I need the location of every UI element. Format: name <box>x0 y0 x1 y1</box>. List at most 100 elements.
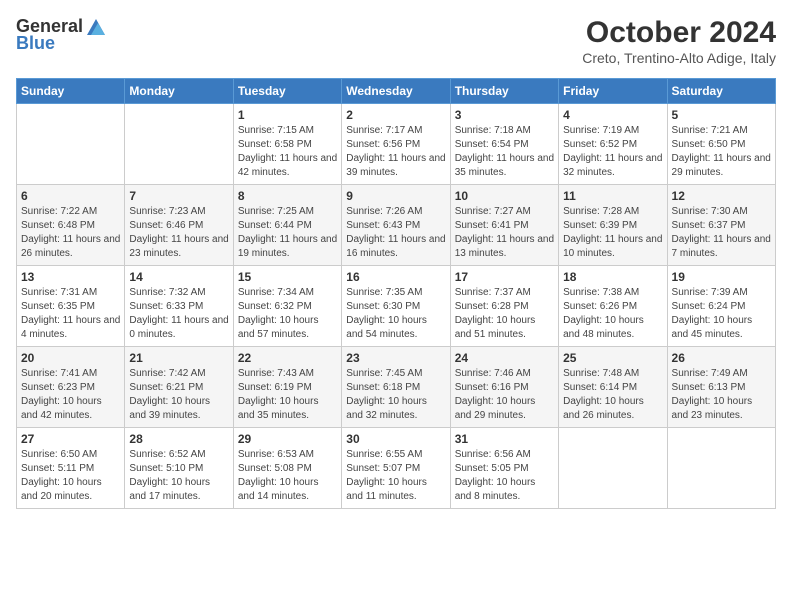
day-number: 10 <box>455 189 554 203</box>
day-info: Sunrise: 7:34 AM Sunset: 6:32 PM Dayligh… <box>238 286 337 342</box>
calendar-cell: 5 Sunrise: 7:21 AM Sunset: 6:50 PM Daylig… <box>667 104 775 185</box>
day-info: Sunrise: 7:18 AM Sunset: 6:54 PM Dayligh… <box>455 124 554 180</box>
calendar-cell: 1 Sunrise: 7:15 AM Sunset: 6:58 PM Daylig… <box>233 104 341 185</box>
calendar-cell <box>17 104 125 185</box>
day-number: 3 <box>455 108 554 122</box>
day-info: Sunrise: 7:45 AM Sunset: 6:18 PM Dayligh… <box>346 367 445 423</box>
day-number: 2 <box>346 108 445 122</box>
day-info: Sunrise: 7:42 AM Sunset: 6:21 PM Dayligh… <box>129 367 228 423</box>
day-info: Sunrise: 7:26 AM Sunset: 6:43 PM Dayligh… <box>346 205 445 261</box>
day-number: 23 <box>346 351 445 365</box>
day-number: 24 <box>455 351 554 365</box>
calendar-cell: 24Sunrise: 7:46 AM Sunset: 6:16 PM Dayli… <box>450 347 558 428</box>
calendar-cell: 16 Sunrise: 7:35 AM Sunset: 6:30 PM Dayli… <box>342 266 450 347</box>
calendar-cell: 27Sunrise: 6:50 AM Sunset: 5:11 PM Dayli… <box>17 428 125 509</box>
calendar-cell: 22Sunrise: 7:43 AM Sunset: 6:19 PM Dayli… <box>233 347 341 428</box>
day-of-week-header: Monday <box>125 79 233 104</box>
day-of-week-header: Saturday <box>667 79 775 104</box>
calendar-week-row: 1 Sunrise: 7:15 AM Sunset: 6:58 PM Daylig… <box>17 104 776 185</box>
calendar-cell: 25Sunrise: 7:48 AM Sunset: 6:14 PM Dayli… <box>559 347 667 428</box>
calendar-table: SundayMondayTuesdayWednesdayThursdayFrid… <box>16 78 776 509</box>
day-number: 18 <box>563 270 662 284</box>
calendar-cell: 20 Sunrise: 7:41 AM Sunset: 6:23 PM Dayli… <box>17 347 125 428</box>
day-info: Sunrise: 7:15 AM Sunset: 6:58 PM Dayligh… <box>238 124 337 180</box>
day-of-week-header: Wednesday <box>342 79 450 104</box>
day-of-week-header: Thursday <box>450 79 558 104</box>
day-info: Sunrise: 7:21 AM Sunset: 6:50 PM Dayligh… <box>672 124 771 180</box>
day-number: 30 <box>346 432 445 446</box>
day-info: Sunrise: 7:32 AM Sunset: 6:33 PM Dayligh… <box>129 286 228 342</box>
logo-icon <box>87 19 105 35</box>
calendar-cell: 31 Sunrise: 6:56 AM Sunset: 5:05 PM Dayli… <box>450 428 558 509</box>
month-title: October 2024 <box>582 16 776 50</box>
calendar-cell: 21 Sunrise: 7:42 AM Sunset: 6:21 PM Dayli… <box>125 347 233 428</box>
day-info: Sunrise: 6:56 AM Sunset: 5:05 PM Dayligh… <box>455 448 554 504</box>
day-number: 16 <box>346 270 445 284</box>
day-info: Sunrise: 7:28 AM Sunset: 6:39 PM Dayligh… <box>563 205 662 261</box>
calendar-header-row: SundayMondayTuesdayWednesdayThursdayFrid… <box>17 79 776 104</box>
day-info: Sunrise: 7:41 AM Sunset: 6:23 PM Dayligh… <box>21 367 120 423</box>
page-header: General Blue October 2024 Creto, Trentin… <box>16 16 776 66</box>
day-number: 1 <box>238 108 337 122</box>
day-info: Sunrise: 7:35 AM Sunset: 6:30 PM Dayligh… <box>346 286 445 342</box>
calendar-cell: 11 Sunrise: 7:28 AM Sunset: 6:39 PM Dayli… <box>559 185 667 266</box>
day-info: Sunrise: 6:50 AM Sunset: 5:11 PM Dayligh… <box>21 448 120 504</box>
day-info: Sunrise: 7:31 AM Sunset: 6:35 PM Dayligh… <box>21 286 120 342</box>
day-info: Sunrise: 7:23 AM Sunset: 6:46 PM Dayligh… <box>129 205 228 261</box>
day-number: 26 <box>672 351 771 365</box>
day-info: Sunrise: 7:27 AM Sunset: 6:41 PM Dayligh… <box>455 205 554 261</box>
day-info: Sunrise: 7:43 AM Sunset: 6:19 PM Dayligh… <box>238 367 337 423</box>
calendar-cell <box>667 428 775 509</box>
calendar-cell: 19 Sunrise: 7:39 AM Sunset: 6:24 PM Dayli… <box>667 266 775 347</box>
day-number: 15 <box>238 270 337 284</box>
day-info: Sunrise: 7:25 AM Sunset: 6:44 PM Dayligh… <box>238 205 337 261</box>
day-info: Sunrise: 7:30 AM Sunset: 6:37 PM Dayligh… <box>672 205 771 261</box>
calendar-cell: 2 Sunrise: 7:17 AM Sunset: 6:56 PM Daylig… <box>342 104 450 185</box>
day-info: Sunrise: 7:38 AM Sunset: 6:26 PM Dayligh… <box>563 286 662 342</box>
calendar-cell: 12 Sunrise: 7:30 AM Sunset: 6:37 PM Dayli… <box>667 185 775 266</box>
day-info: Sunrise: 7:49 AM Sunset: 6:13 PM Dayligh… <box>672 367 771 423</box>
day-info: Sunrise: 7:22 AM Sunset: 6:48 PM Dayligh… <box>21 205 120 261</box>
calendar-week-row: 13 Sunrise: 7:31 AM Sunset: 6:35 PM Dayli… <box>17 266 776 347</box>
day-number: 31 <box>455 432 554 446</box>
day-of-week-header: Friday <box>559 79 667 104</box>
calendar-cell: 28 Sunrise: 6:52 AM Sunset: 5:10 PM Dayli… <box>125 428 233 509</box>
day-number: 28 <box>129 432 228 446</box>
day-info: Sunrise: 7:37 AM Sunset: 6:28 PM Dayligh… <box>455 286 554 342</box>
calendar-cell: 14 Sunrise: 7:32 AM Sunset: 6:33 PM Dayli… <box>125 266 233 347</box>
calendar-cell: 26 Sunrise: 7:49 AM Sunset: 6:13 PM Dayli… <box>667 347 775 428</box>
location: Creto, Trentino-Alto Adige, Italy <box>582 50 776 66</box>
day-info: Sunrise: 7:19 AM Sunset: 6:52 PM Dayligh… <box>563 124 662 180</box>
day-info: Sunrise: 6:55 AM Sunset: 5:07 PM Dayligh… <box>346 448 445 504</box>
day-number: 6 <box>21 189 120 203</box>
day-info: Sunrise: 7:17 AM Sunset: 6:56 PM Dayligh… <box>346 124 445 180</box>
day-number: 20 <box>21 351 120 365</box>
calendar-week-row: 20 Sunrise: 7:41 AM Sunset: 6:23 PM Dayli… <box>17 347 776 428</box>
calendar-cell: 10 Sunrise: 7:27 AM Sunset: 6:41 PM Dayli… <box>450 185 558 266</box>
day-number: 21 <box>129 351 228 365</box>
day-info: Sunrise: 7:39 AM Sunset: 6:24 PM Dayligh… <box>672 286 771 342</box>
calendar-cell: 7Sunrise: 7:23 AM Sunset: 6:46 PM Daylig… <box>125 185 233 266</box>
day-number: 12 <box>672 189 771 203</box>
calendar-week-row: 6 Sunrise: 7:22 AM Sunset: 6:48 PM Daylig… <box>17 185 776 266</box>
day-number: 13 <box>21 270 120 284</box>
day-number: 29 <box>238 432 337 446</box>
day-info: Sunrise: 6:53 AM Sunset: 5:08 PM Dayligh… <box>238 448 337 504</box>
calendar-cell: 15 Sunrise: 7:34 AM Sunset: 6:32 PM Dayli… <box>233 266 341 347</box>
day-number: 5 <box>672 108 771 122</box>
calendar-week-row: 27Sunrise: 6:50 AM Sunset: 5:11 PM Dayli… <box>17 428 776 509</box>
calendar-cell: 9Sunrise: 7:26 AM Sunset: 6:43 PM Daylig… <box>342 185 450 266</box>
day-number: 4 <box>563 108 662 122</box>
day-of-week-header: Tuesday <box>233 79 341 104</box>
day-number: 8 <box>238 189 337 203</box>
calendar-cell: 4 Sunrise: 7:19 AM Sunset: 6:52 PM Daylig… <box>559 104 667 185</box>
day-number: 11 <box>563 189 662 203</box>
day-number: 17 <box>455 270 554 284</box>
title-block: October 2024 Creto, Trentino-Alto Adige,… <box>582 16 776 66</box>
day-number: 25 <box>563 351 662 365</box>
day-number: 19 <box>672 270 771 284</box>
day-number: 14 <box>129 270 228 284</box>
day-of-week-header: Sunday <box>17 79 125 104</box>
day-info: Sunrise: 6:52 AM Sunset: 5:10 PM Dayligh… <box>129 448 228 504</box>
calendar-cell: 23 Sunrise: 7:45 AM Sunset: 6:18 PM Dayli… <box>342 347 450 428</box>
